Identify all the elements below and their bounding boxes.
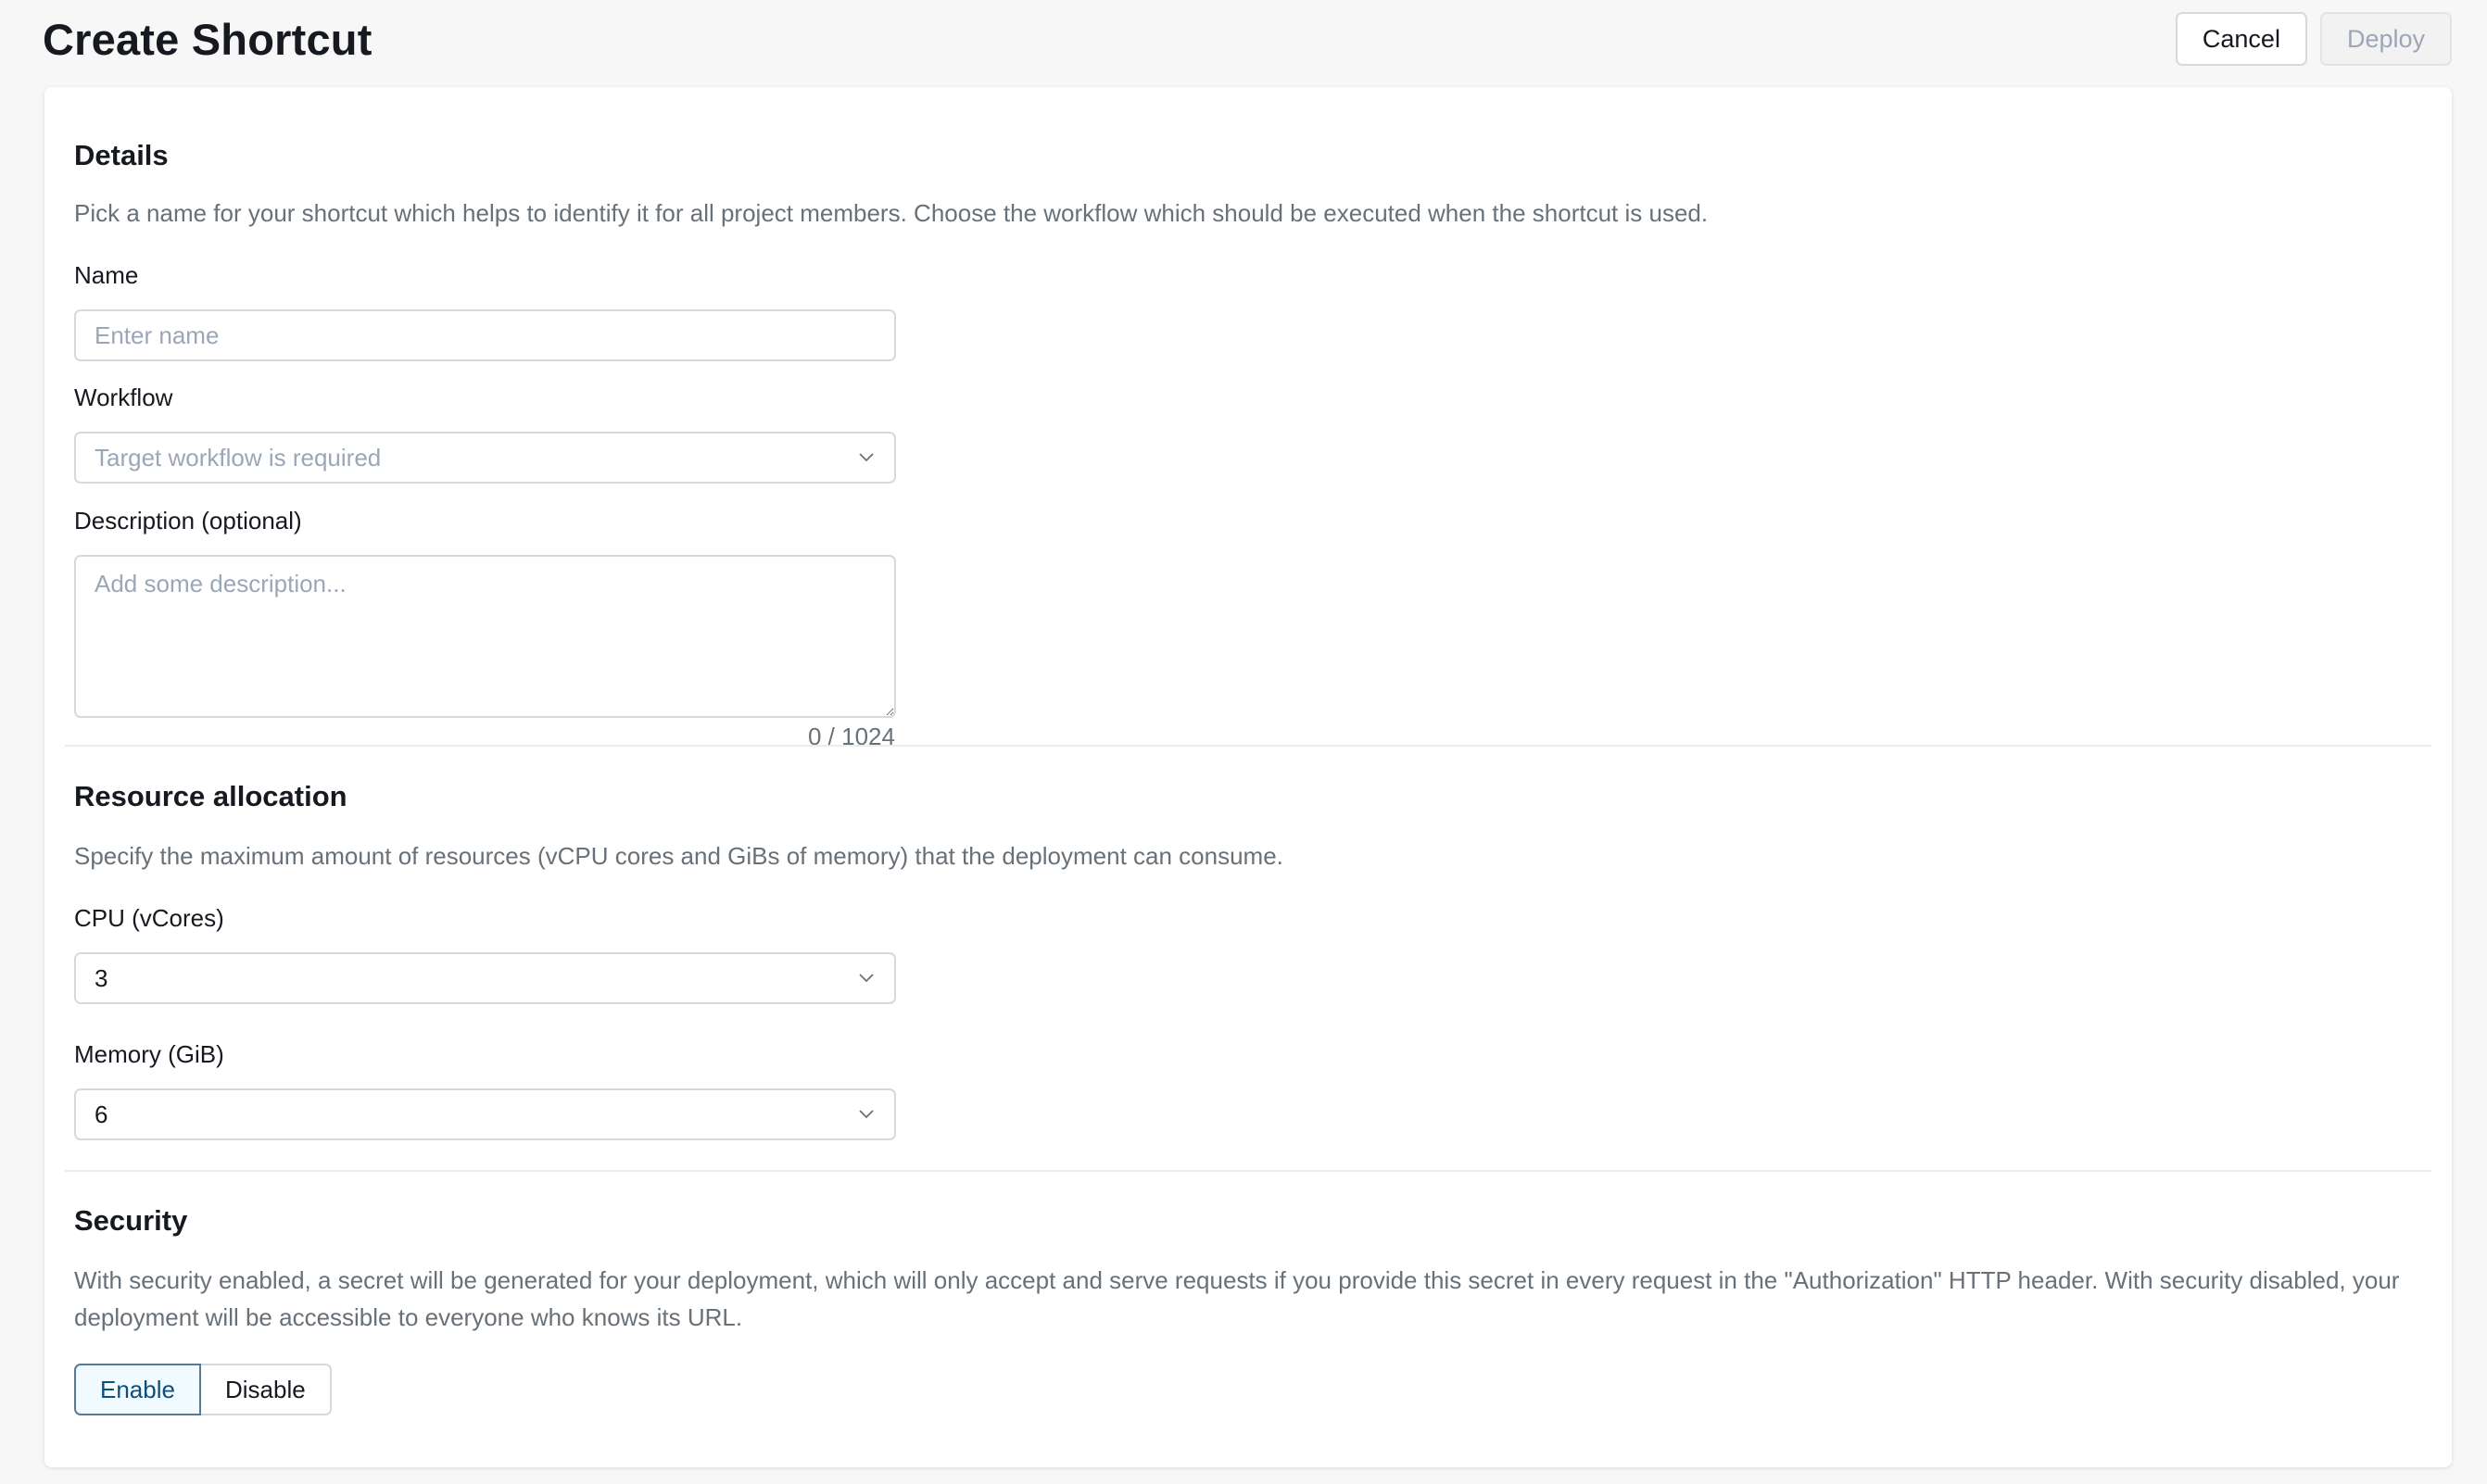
cpu-value: 3 bbox=[95, 963, 108, 992]
deploy-button[interactable]: Deploy bbox=[2319, 12, 2452, 66]
description-char-counter: 0 / 1024 bbox=[808, 723, 895, 750]
security-disable-button[interactable]: Disable bbox=[200, 1364, 332, 1415]
security-toggle: Enable Disable bbox=[74, 1364, 332, 1415]
create-shortcut-page: Create Shortcut Cancel Deploy Details Pi… bbox=[0, 0, 2487, 1484]
memory-select[interactable]: 6 bbox=[74, 1088, 896, 1140]
page-header: Create Shortcut Cancel Deploy bbox=[43, 0, 2452, 78]
header-actions: Cancel Deploy bbox=[2175, 12, 2452, 66]
cpu-label: CPU (vCores) bbox=[74, 904, 224, 932]
details-description: Pick a name for your shortcut which help… bbox=[74, 199, 1709, 227]
page-title: Create Shortcut bbox=[43, 14, 372, 64]
resources-description: Specify the maximum amount of resources … bbox=[74, 842, 1283, 870]
resources-section: Resource allocation bbox=[74, 780, 2430, 813]
workflow-placeholder: Target workflow is required bbox=[95, 443, 382, 472]
security-enable-button[interactable]: Enable bbox=[74, 1364, 201, 1415]
resources-title: Resource allocation bbox=[74, 780, 347, 812]
memory-label: Memory (GiB) bbox=[74, 1040, 224, 1068]
section-divider bbox=[65, 745, 2431, 747]
workflow-select[interactable]: Target workflow is required bbox=[74, 432, 896, 484]
details-section: Details bbox=[74, 139, 2430, 172]
workflow-label: Workflow bbox=[74, 384, 173, 411]
cancel-button[interactable]: Cancel bbox=[2175, 12, 2307, 66]
security-description: With security enabled, a secret will be … bbox=[74, 1266, 2400, 1331]
description-label: Description (optional) bbox=[74, 507, 302, 534]
chevron-down-icon bbox=[859, 974, 874, 983]
security-title: Security bbox=[74, 1204, 188, 1237]
security-section: Security bbox=[74, 1204, 2430, 1238]
form-card: Details Pick a name for your shortcut wh… bbox=[44, 87, 2452, 1467]
name-input[interactable] bbox=[74, 309, 896, 361]
chevron-down-icon bbox=[859, 453, 874, 462]
section-divider bbox=[65, 1170, 2431, 1172]
chevron-down-icon bbox=[859, 1110, 874, 1119]
memory-value: 6 bbox=[95, 1100, 108, 1128]
description-textarea[interactable] bbox=[74, 555, 896, 718]
cpu-select[interactable]: 3 bbox=[74, 952, 896, 1004]
details-title: Details bbox=[74, 139, 169, 171]
name-label: Name bbox=[74, 261, 139, 289]
